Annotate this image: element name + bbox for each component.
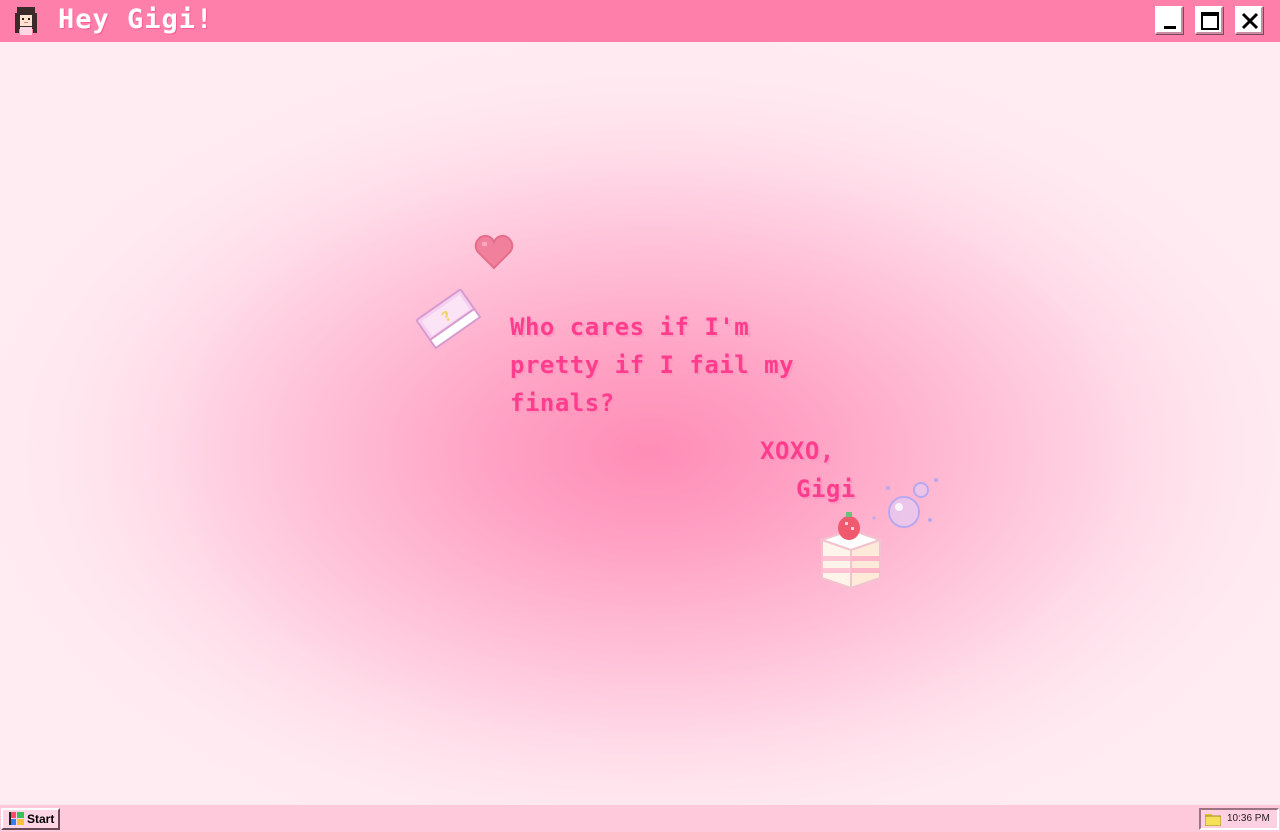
clock: 10:36 PM (1227, 813, 1270, 824)
strawberry-cake-icon (818, 512, 884, 590)
close-icon (1241, 12, 1259, 30)
system-tray[interactable]: 10:36 PM (1199, 808, 1279, 830)
note-line-3: finals? (510, 389, 615, 417)
note-line-2: pretty if I fail my (510, 351, 795, 379)
desktop-area: ? Who cares if I'm pretty if I fail my f… (0, 42, 1280, 804)
title-bar[interactable]: Hey Gigi! (0, 0, 1280, 42)
minimize-button[interactable] (1155, 6, 1183, 34)
windows-logo-icon (9, 812, 24, 825)
close-button[interactable] (1235, 6, 1263, 34)
maximize-button[interactable] (1195, 6, 1223, 34)
start-button[interactable]: Start (1, 808, 60, 830)
folder-icon[interactable] (1205, 812, 1221, 826)
minimize-icon (1164, 26, 1176, 29)
heart-icon (474, 234, 514, 270)
note-line-1: Who cares if I'm (510, 313, 750, 341)
note-signature: Gigi (796, 475, 856, 503)
book-icon: ? (416, 289, 482, 350)
taskbar: Start 10:36 PM (0, 804, 1280, 832)
note-signoff: XOXO, (760, 437, 835, 465)
window-title: Hey Gigi! (58, 4, 214, 35)
girl-avatar-icon (15, 7, 37, 35)
desktop-vignette (0, 42, 1280, 804)
maximize-icon (1201, 12, 1219, 30)
start-label: Start (27, 812, 55, 826)
